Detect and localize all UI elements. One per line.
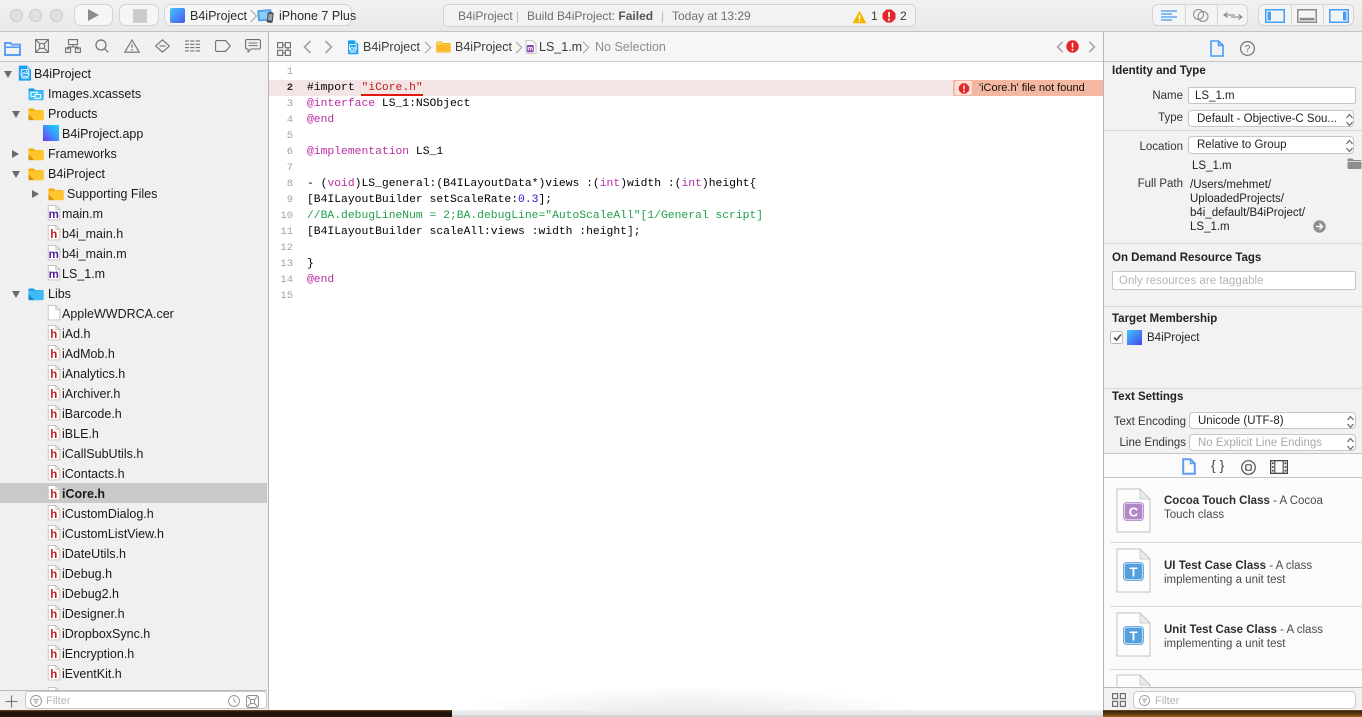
svg-text:h: h	[50, 429, 57, 441]
svg-text:h: h	[50, 349, 57, 361]
svg-text:h: h	[50, 549, 57, 561]
svg-text:h: h	[50, 489, 57, 501]
svg-text:m: m	[527, 46, 533, 53]
svg-text:T: T	[1130, 565, 1138, 580]
svg-text:h: h	[50, 449, 57, 461]
svg-text:h: h	[50, 649, 57, 661]
svg-text:h: h	[50, 369, 57, 381]
svg-text:h: h	[50, 669, 57, 681]
svg-text:T: T	[1130, 628, 1138, 643]
svg-text:h: h	[50, 389, 57, 401]
svg-text:h: h	[50, 229, 57, 241]
svg-text:h: h	[50, 509, 57, 521]
svg-text:C: C	[1129, 505, 1139, 520]
svg-text:h: h	[50, 529, 57, 541]
svg-text:m: m	[49, 269, 59, 281]
svg-text:h: h	[50, 589, 57, 601]
svg-text:h: h	[50, 329, 57, 341]
svg-text:h: h	[50, 409, 57, 421]
svg-text:h: h	[50, 569, 57, 581]
svg-text:m: m	[49, 209, 59, 221]
svg-text:h: h	[50, 629, 57, 641]
svg-text:h: h	[50, 609, 57, 621]
svg-text:m: m	[49, 249, 59, 261]
svg-text:h: h	[50, 469, 57, 481]
